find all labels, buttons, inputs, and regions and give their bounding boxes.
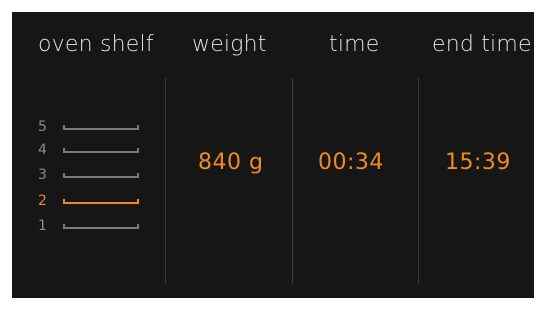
- shelf-level-2-selected[interactable]: 2: [38, 192, 148, 210]
- shelf-number: 2: [38, 193, 47, 209]
- end-time-header: end time: [432, 32, 532, 57]
- shelf-level-1[interactable]: 1: [38, 217, 148, 235]
- column-divider: [292, 78, 293, 284]
- weight-value[interactable]: 840 g: [198, 150, 263, 175]
- weight-header: weight: [192, 32, 267, 57]
- shelf-number: 1: [38, 218, 47, 234]
- shelf-rack-icon: [63, 148, 139, 153]
- oven-display-panel: oven shelf weight time end time 5 4 3 2 …: [12, 12, 534, 298]
- shelf-number: 4: [38, 142, 47, 158]
- shelf-level-3[interactable]: 3: [38, 166, 148, 184]
- shelf-rack-icon: [63, 125, 139, 130]
- shelf-rack-icon: [63, 224, 139, 229]
- shelf-level-4[interactable]: 4: [38, 141, 148, 159]
- oven-shelf-header: oven shelf: [38, 32, 154, 57]
- shelf-number: 5: [38, 119, 47, 135]
- shelf-rack-icon: [63, 199, 139, 204]
- column-divider: [418, 78, 419, 284]
- shelf-number: 3: [38, 167, 47, 183]
- time-value[interactable]: 00:34: [318, 150, 384, 175]
- shelf-rack-icon: [63, 173, 139, 178]
- end-time-value[interactable]: 15:39: [445, 150, 511, 175]
- time-header: time: [329, 32, 380, 57]
- shelf-level-5[interactable]: 5: [38, 118, 148, 136]
- column-divider: [165, 78, 166, 284]
